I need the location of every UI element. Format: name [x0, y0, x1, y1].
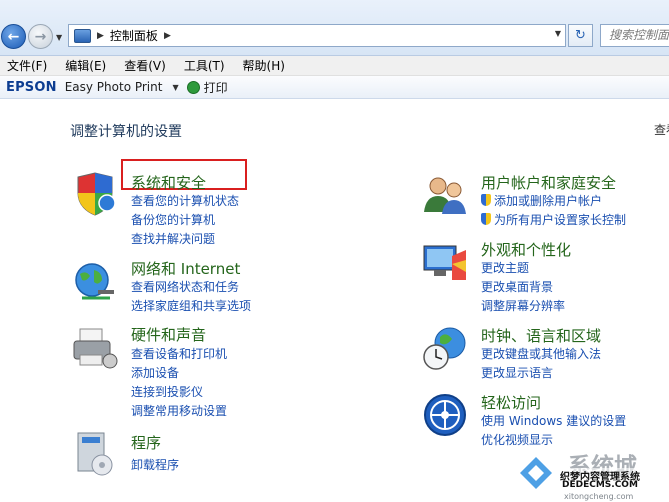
link-parental-controls-label: 为所有用户设置家长控制 [494, 213, 627, 227]
menu-bar: 文件(F) 编辑(E) 查看(V) 工具(T) 帮助(H) [0, 56, 669, 76]
link-uninstall-program[interactable]: 卸载程序 [131, 456, 179, 473]
view-by-label: 查看方式 [654, 123, 669, 137]
forward-button[interactable]: → [28, 24, 53, 49]
category-appearance[interactable]: 外观和个性化 [481, 239, 571, 260]
programs-icon[interactable] [72, 431, 118, 477]
ease-of-access-icon[interactable] [422, 392, 468, 438]
category-clock-region[interactable]: 时钟、语言和区域 [481, 325, 601, 346]
control-panel-window: ← → ▼ ▶ 控制面板 ▶ ▼ ↻ 搜索控制面板 文件(F) 编辑(E) 查看… [0, 0, 669, 502]
category-user-accounts[interactable]: 用户帐户和家庭安全 [481, 172, 616, 193]
refresh-button[interactable]: ↻ [568, 24, 593, 47]
path-separator-icon[interactable]: ▶ [97, 31, 104, 41]
menu-view[interactable]: 查看(V) [124, 57, 166, 74]
category-network-internet[interactable]: 网络和 Internet [131, 258, 240, 279]
print-icon[interactable] [186, 80, 200, 94]
printer-icon[interactable] [72, 325, 118, 371]
uac-shield-icon [481, 213, 491, 225]
category-programs[interactable]: 程序 [131, 432, 161, 453]
link-devices-printers[interactable]: 查看设备和打印机 [131, 345, 227, 362]
shield-icon[interactable] [72, 171, 118, 217]
control-panel-icon [74, 28, 91, 43]
uac-shield-icon [481, 194, 491, 206]
watermark-line2: DEDECMS.COM [562, 480, 638, 490]
link-troubleshoot[interactable]: 查找并解决问题 [131, 230, 215, 247]
network-globe-icon[interactable] [72, 260, 118, 306]
link-network-status[interactable]: 查看网络状态和任务 [131, 278, 239, 295]
appearance-icon[interactable] [422, 240, 468, 286]
link-homegroup[interactable]: 选择家庭组和共享选项 [131, 297, 251, 314]
link-optimize-display[interactable]: 优化视频显示 [481, 431, 553, 448]
address-bar: ← → ▼ ▶ 控制面板 ▶ ▼ ↻ 搜索控制面板 [0, 0, 669, 56]
watermark-line3: xitongcheng.com [564, 492, 634, 501]
menu-tools[interactable]: 工具(T) [184, 57, 225, 74]
back-button[interactable]: ← [1, 24, 26, 49]
category-ease-of-access[interactable]: 轻松访问 [481, 392, 541, 413]
watermark: 系统城 织梦内容管理系统 DEDECMS.COM xitongcheng.com [512, 447, 669, 502]
user-accounts-icon[interactable] [422, 172, 468, 218]
path-separator-icon[interactable]: ▶ [164, 31, 171, 41]
recent-pages-dropdown-icon[interactable]: ▼ [56, 33, 62, 42]
link-parental-controls[interactable]: 为所有用户设置家长控制 [481, 211, 626, 228]
link-desktop-background[interactable]: 更改桌面背景 [481, 278, 553, 295]
print-button[interactable]: 打印 [204, 79, 228, 96]
link-view-computer-status[interactable]: 查看您的计算机状态 [131, 192, 239, 209]
link-change-keyboard[interactable]: 更改键盘或其他输入法 [481, 345, 601, 362]
watermark-logo-icon [520, 457, 552, 489]
link-change-theme[interactable]: 更改主题 [481, 259, 529, 276]
address-path[interactable]: ▶ 控制面板 ▶ ▼ [68, 24, 566, 47]
chevron-down-icon[interactable]: ▼ [172, 83, 178, 92]
menu-help[interactable]: 帮助(H) [243, 57, 285, 74]
category-hardware-sound[interactable]: 硬件和声音 [131, 324, 206, 345]
link-mobility-settings[interactable]: 调整常用移动设置 [131, 402, 227, 419]
link-recommended-settings[interactable]: 使用 Windows 建议的设置 [481, 412, 626, 429]
epson-toolbar: EPSON Easy Photo Print ▼ 打印 [0, 76, 669, 99]
link-add-remove-accounts-label: 添加或删除用户帐户 [494, 194, 603, 208]
easy-photo-print-button[interactable]: Easy Photo Print [65, 80, 163, 94]
link-add-device[interactable]: 添加设备 [131, 364, 179, 381]
link-display-language[interactable]: 更改显示语言 [481, 364, 553, 381]
clock-globe-icon[interactable] [422, 325, 468, 371]
search-input[interactable]: 搜索控制面板 [600, 24, 669, 47]
epson-logo: EPSON [6, 79, 57, 95]
menu-file[interactable]: 文件(F) [7, 57, 47, 74]
link-connect-projector[interactable]: 连接到投影仪 [131, 383, 203, 400]
breadcrumb-control-panel[interactable]: 控制面板 [110, 27, 158, 44]
menu-edit[interactable]: 编辑(E) [65, 57, 106, 74]
link-backup-computer[interactable]: 备份您的计算机 [131, 211, 215, 228]
category-system-security[interactable]: 系统和安全 [131, 172, 206, 193]
link-add-remove-accounts[interactable]: 添加或删除用户帐户 [481, 192, 602, 209]
link-screen-resolution[interactable]: 调整屏幕分辨率 [481, 297, 565, 314]
chevron-down-icon[interactable]: ▼ [555, 29, 561, 38]
page-title: 调整计算机的设置 [70, 124, 182, 140]
